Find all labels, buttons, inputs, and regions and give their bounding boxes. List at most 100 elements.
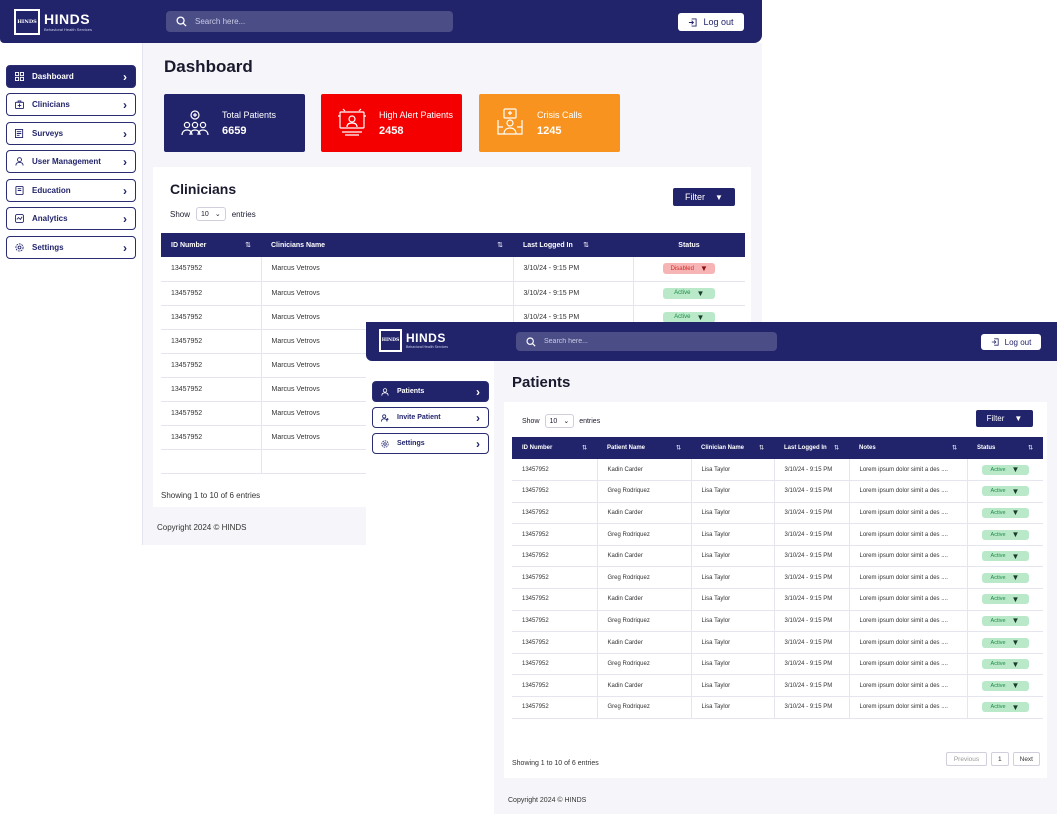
caret-down-icon: ▼: [715, 192, 723, 202]
sort-icon[interactable]: ⇅: [1028, 445, 1033, 452]
status-dropdown[interactable]: Active ▼: [981, 615, 1029, 626]
next-page-button[interactable]: Next: [1012, 752, 1040, 766]
stat-card-crisis-calls[interactable]: Crisis Calls 1245: [479, 94, 620, 152]
sort-icon[interactable]: ⇅: [834, 445, 839, 452]
status-dropdown[interactable]: Active ▼: [981, 594, 1029, 605]
caret-down-icon: ▼: [1011, 702, 1020, 712]
filter-button[interactable]: Filter ▼: [673, 188, 735, 206]
table-row[interactable]: 13457952 Marcus Vetrovs 3/10/24 - 9:15 PM D…: [161, 257, 745, 282]
status-dropdown[interactable]: Active ▼: [981, 572, 1029, 583]
table-row[interactable]: 13457952 Greg Rodriquez Lisa Taylor 3/10/24…: [512, 566, 1043, 590]
column-header[interactable]: ID Number ⇅: [161, 233, 261, 257]
sidebar-item-user-management[interactable]: User Management ›: [6, 150, 136, 173]
column-header[interactable]: Notes ⇅: [849, 437, 967, 459]
sidebar-item-clinicians[interactable]: Clinicians ›: [6, 93, 136, 116]
sidebar-item-dashboard[interactable]: Dashboard ›: [6, 65, 136, 88]
sort-icon[interactable]: ⇅: [676, 445, 681, 452]
cell-status: Active ▼: [967, 545, 1043, 568]
search-bar[interactable]: [166, 11, 453, 32]
column-header[interactable]: Last Logged In ⇅: [513, 233, 633, 257]
table-row[interactable]: 13457952 Greg Rodriquez Lisa Taylor 3/10/24…: [512, 610, 1043, 633]
search-bar[interactable]: [516, 332, 777, 351]
search-input[interactable]: [544, 338, 767, 345]
logout-button[interactable]: Log out: [678, 13, 744, 31]
previous-page-button[interactable]: Previous: [946, 752, 987, 766]
sort-icon[interactable]: ⇅: [759, 445, 764, 452]
pagination: Previous 1 Next: [946, 752, 1040, 766]
sort-icon[interactable]: ⇅: [583, 241, 589, 249]
sort-icon[interactable]: ⇅: [582, 445, 587, 452]
sort-icon[interactable]: ⇅: [952, 445, 957, 452]
table-row[interactable]: 13457952 Kadin Carder Lisa Taylor 3/10/24 -…: [512, 459, 1043, 482]
entries-label: entries: [579, 417, 601, 425]
status-label: Active: [990, 574, 1006, 581]
table-row[interactable]: 13457952 Greg Rodriquez Lisa Taylor 3/10/24…: [512, 523, 1043, 546]
search-input[interactable]: [195, 17, 443, 26]
sidebar-item-surveys[interactable]: Surveys ›: [6, 122, 136, 145]
sidebar: Dashboard › Clinicians › Surveys › User …: [0, 43, 143, 545]
brand-logo[interactable]: HINDS HINDS Behavioral Health Services: [14, 9, 92, 35]
table-row[interactable]: 13457952 Greg Rodriquez Lisa Taylor 3/10/24…: [512, 653, 1043, 676]
entries-select[interactable]: 10 ⌄: [196, 207, 226, 221]
sidebar-item-analytics[interactable]: Analytics ›: [6, 207, 136, 230]
status-dropdown[interactable]: Active ▼: [981, 486, 1029, 497]
status-dropdown[interactable]: Active ▼: [981, 659, 1029, 670]
caret-down-icon: ▼: [696, 288, 705, 298]
sidebar-item-settings[interactable]: Settings ›: [6, 236, 136, 259]
table-row[interactable]: 13457952 Kadin Carder Lisa Taylor 3/10/24 -…: [512, 588, 1043, 611]
sort-icon[interactable]: ⇅: [497, 241, 503, 249]
column-header[interactable]: Clinician Name ⇅: [691, 437, 774, 459]
sidebar-item-invite-patient[interactable]: Invite Patient ›: [372, 407, 489, 428]
caret-down-icon: ▼: [696, 312, 705, 322]
column-header[interactable]: ID Number ⇅: [512, 437, 597, 459]
chevron-right-icon: ›: [476, 384, 480, 399]
brand-name: HINDS: [44, 11, 91, 27]
sidebar-item-settings[interactable]: Settings ›: [372, 433, 489, 454]
status-dropdown[interactable]: Disabled ▼: [663, 263, 716, 275]
sidebar-item-patients[interactable]: Patients ›: [372, 381, 489, 402]
status-dropdown[interactable]: Active ▼: [981, 637, 1029, 648]
table-row[interactable]: 13457952 Greg Rodriquez Lisa Taylor 3/10/24…: [512, 696, 1043, 719]
filter-button[interactable]: Filter ▼: [976, 410, 1033, 427]
status-dropdown[interactable]: Active ▼: [981, 702, 1029, 713]
page-1-button[interactable]: 1: [991, 752, 1009, 766]
status-dropdown[interactable]: Active ▼: [663, 287, 716, 299]
cell-patient: Greg Rodriquez: [597, 523, 692, 546]
table-header-row: ID Number ⇅ Patient Name ⇅ Clinician Name ⇅…: [512, 437, 1043, 459]
status-dropdown[interactable]: Active ▼: [981, 507, 1029, 518]
caret-down-icon: ▼: [1011, 616, 1020, 626]
table-row[interactable]: 13457952 Kadin Carder Lisa Taylor 3/10/24 -…: [512, 674, 1043, 698]
cell-notes: Lorem ipsum dolor simit a des ....: [849, 502, 968, 525]
logout-button[interactable]: Log out: [981, 334, 1041, 350]
sidebar-item-label: Surveys: [32, 129, 64, 138]
column-header[interactable]: Clinicians Name ⇅: [261, 233, 513, 257]
cell-last: 3/10/24 - 9:15 PM: [774, 545, 850, 568]
brand-logo[interactable]: HINDS HINDS Behavioral Health Services: [379, 329, 448, 352]
cell-last: 3/10/24 - 9:15 PM: [774, 653, 850, 676]
table-row[interactable]: 13457952 Kadin Carder Lisa Taylor 3/10/24 -…: [512, 545, 1043, 568]
column-header[interactable]: Last Logged In ⇅: [774, 437, 849, 459]
top-navbar: HINDS HINDS Behavioral Health Services L…: [366, 322, 1057, 361]
cell-id: 13457952: [512, 588, 598, 611]
table-row[interactable]: 13457952 Greg Rodriquez Lisa Taylor 3/10/24…: [512, 480, 1043, 503]
status-dropdown[interactable]: Active ▼: [981, 551, 1029, 562]
column-header[interactable]: Status ⇅: [967, 437, 1043, 459]
settings-icon: [15, 243, 24, 252]
stat-card-total-patients[interactable]: Total Patients 6659: [164, 94, 305, 152]
column-header[interactable]: Patient Name ⇅: [597, 437, 691, 459]
table-row[interactable]: 13457952 Kadin Carder Lisa Taylor 3/10/24 -…: [512, 631, 1043, 654]
status-dropdown[interactable]: Active ▼: [981, 680, 1029, 691]
settings-icon: [381, 439, 389, 448]
sidebar-item-education[interactable]: Education ›: [6, 179, 136, 202]
caret-down-icon: ▼: [1014, 414, 1023, 423]
table-row[interactable]: 13457952 Marcus Vetrovs 3/10/24 - 9:15 PM A…: [161, 281, 745, 306]
status-dropdown[interactable]: Active ▼: [981, 464, 1029, 475]
sidebar-item-label: Settings: [32, 243, 64, 252]
entries-select[interactable]: 10 ⌄: [544, 414, 575, 428]
entries-label: entries: [231, 209, 256, 219]
stat-card-high-alert[interactable]: High Alert Patients 2458: [321, 94, 462, 152]
status-dropdown[interactable]: Active ▼: [663, 311, 716, 323]
status-dropdown[interactable]: Active ▼: [981, 529, 1029, 540]
table-row[interactable]: 13457952 Kadin Carder Lisa Taylor 3/10/24 -…: [512, 502, 1043, 525]
sort-icon[interactable]: ⇅: [245, 241, 251, 249]
